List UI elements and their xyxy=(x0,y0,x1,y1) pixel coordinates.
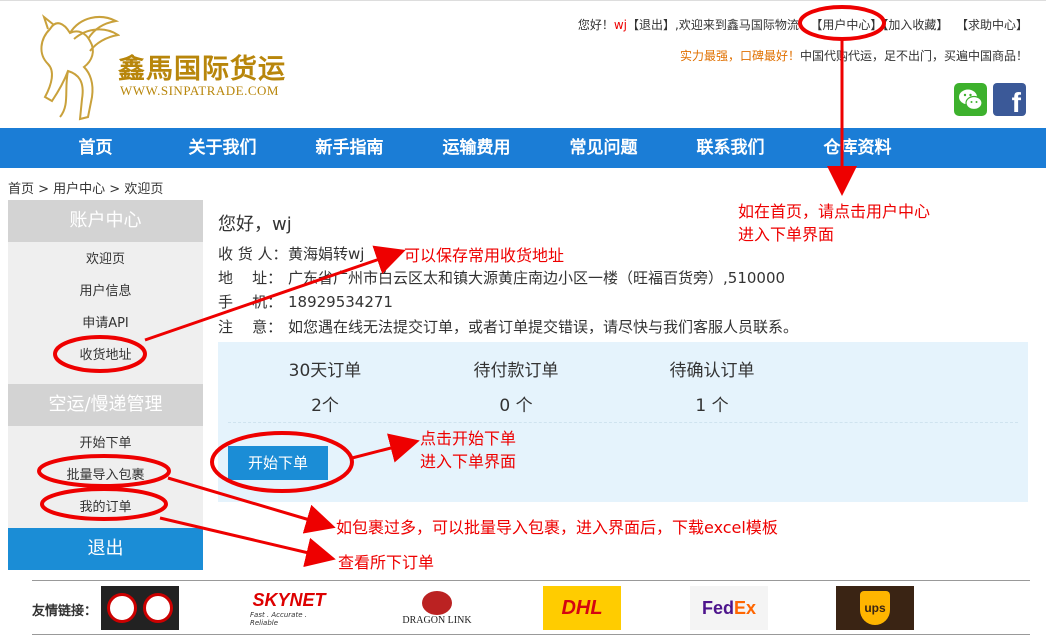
breadcrumb: 首页 > 用户中心 > 欢迎页 xyxy=(8,182,164,197)
nav-home[interactable]: 首页 xyxy=(32,128,159,168)
partner-abx-logo[interactable] xyxy=(101,586,179,630)
stat-value: 0 个 xyxy=(499,396,533,416)
receiver-row: 收 货 人：黄海娟转wj xyxy=(218,243,364,264)
fedex-wordmark-ex: Ex xyxy=(733,597,757,618)
receiver-value: 黄海娟转wj xyxy=(288,245,365,263)
social-links: f xyxy=(954,83,1026,118)
stat-pending-payment[interactable]: 待付款订单 0 个 xyxy=(451,356,581,416)
annotation-bulk-hint: 如包裹过多，可以批量导入包裹，进入界面后，下载excel模板 xyxy=(336,518,778,537)
sidebar-account-heading: 账户中心 xyxy=(8,200,203,242)
main-nav: 首页 关于我们 新手指南 运输费用 常见问题 联系我们 仓库资料 xyxy=(0,128,1046,168)
dragonlink-wordmark: DRAGON LINK xyxy=(402,614,472,626)
gda-badge-icon xyxy=(143,593,173,623)
help-center-link[interactable]: 【求助中心】 xyxy=(956,18,1028,32)
facebook-icon[interactable]: f xyxy=(993,83,1026,118)
fedex-wordmark-fed: Fed xyxy=(701,597,734,618)
logout-link[interactable]: 【退出】 xyxy=(627,18,675,32)
sidebar-item-user-info[interactable]: 用户信息 xyxy=(8,276,203,308)
stat-label: 待付款订单 xyxy=(473,361,559,381)
address-label: 地 址： xyxy=(218,269,283,287)
dhl-wordmark: DHL xyxy=(561,596,603,619)
nav-shipping-fees[interactable]: 运输费用 xyxy=(413,128,540,168)
sidebar-shipping-heading: 空运/慢递管理 xyxy=(8,384,203,426)
welcome-text: ,欢迎来到鑫马国际物流 xyxy=(675,18,799,32)
sidebar-logout-button[interactable]: 退出 xyxy=(8,528,203,570)
stat-value: 2个 xyxy=(311,396,339,416)
hello-text: 您好！ xyxy=(577,18,614,32)
nav-about[interactable]: 关于我们 xyxy=(159,128,286,168)
phone-label: 手 机： xyxy=(218,293,283,311)
annotation-home-hint-2: 进入下单界面 xyxy=(738,225,835,244)
pegasus-logo-icon xyxy=(40,14,120,121)
ups-shield-icon: ups xyxy=(860,591,890,625)
skynet-tagline: Fast . Accurate . Reliable xyxy=(250,610,307,627)
friend-links-label: 友情链接： xyxy=(32,604,98,619)
partner-dragonlink-logo[interactable]: DRAGON LINK xyxy=(398,586,476,630)
phone-row: 手 机： 18929534271 xyxy=(218,291,393,312)
slogan-highlight: 实力最强，口碑最好！ xyxy=(679,49,800,63)
site-logo[interactable]: 鑫馬国际货运 WWW.SINPATRADE.COM xyxy=(30,9,310,127)
nav-guide[interactable]: 新手指南 xyxy=(286,128,413,168)
footer-divider-top xyxy=(32,580,1030,581)
site-header: 鑫馬国际货运 WWW.SINPATRADE.COM 您好！wj【退出】,欢迎来到… xyxy=(0,0,1046,128)
partner-fedex-logo[interactable]: Fed Ex xyxy=(690,586,768,630)
sidebar-item-apply-api[interactable]: 申请API xyxy=(8,308,203,340)
nav-faq[interactable]: 常见问题 xyxy=(540,128,667,168)
notice-value: 如您遇在线无法提交订单，或者订单提交错误，请尽快与我们客服人员联系。 xyxy=(288,318,799,336)
annotation-start-hint-2: 进入下单界面 xyxy=(420,452,517,471)
username-link[interactable]: wj xyxy=(614,18,627,32)
annotation-address-hint: 可以保存常用收货地址 xyxy=(404,246,565,265)
partner-skynet-logo[interactable]: SKYNET Fast . Accurate . Reliable xyxy=(250,586,328,630)
address-row: 地 址： 广东省广州市白云区太和镇大源黄庄南边小区一楼（旺福百货旁）,510000 xyxy=(218,267,785,288)
add-favorite-link[interactable]: 【加入收藏】 xyxy=(882,18,948,32)
order-stats-panel: 30天订单 2个 待付款订单 0 个 待确认订单 1 个 开始下单 xyxy=(218,342,1028,502)
partner-ups-logo[interactable]: ups xyxy=(836,586,914,630)
sidebar: 账户中心 欢迎页 用户信息 申请API 收货地址 空运/慢递管理 开始下单 批量… xyxy=(8,200,203,570)
slogan: 实力最强，口碑最好！中国代购代运，足不出门，买遍中国商品！ xyxy=(680,47,1028,64)
footer-divider-bottom xyxy=(32,634,1030,635)
annotation-home-hint-1: 如在首页，请点击用户中心 xyxy=(738,202,931,221)
stat-30day-orders[interactable]: 30天订单 2个 xyxy=(260,356,390,416)
address-value: 广东省广州市白云区太和镇大源黄庄南边小区一楼（旺福百货旁）,510000 xyxy=(288,269,786,287)
notice-label: 注 意： xyxy=(218,318,283,336)
notice-row: 注 意： 如您遇在线无法提交订单，或者订单提交错误，请尽快与我们客服人员联系。 xyxy=(218,316,798,337)
sidebar-item-shipping-address[interactable]: 收货地址 xyxy=(8,340,203,372)
stat-label: 30天订单 xyxy=(288,361,362,381)
stats-divider xyxy=(228,422,1018,423)
sidebar-item-bulk-import[interactable]: 批量导入包裹 xyxy=(8,460,203,492)
brand-url: WWW.SINPATRADE.COM xyxy=(120,83,279,98)
nav-warehouse[interactable]: 仓库资料 xyxy=(794,128,921,168)
stat-label: 待确认订单 xyxy=(669,361,755,381)
stat-value: 1 个 xyxy=(695,396,729,416)
annotation-start-hint-1: 点击开始下单 xyxy=(420,429,517,448)
brand-name: 鑫馬国际货运 xyxy=(118,54,286,85)
top-user-bar: 您好！wj【退出】,欢迎来到鑫马国际物流 【用户中心】【加入收藏】 【求助中心】 xyxy=(578,16,1028,33)
sidebar-item-my-orders[interactable]: 我的订单 xyxy=(8,492,203,524)
slogan-text: 中国代购代运，足不出门，买遍中国商品！ xyxy=(799,49,1028,63)
skynet-wordmark: SKYNET xyxy=(252,589,326,610)
wechat-icon[interactable] xyxy=(954,83,987,116)
abx-badge-icon xyxy=(107,593,137,623)
page-greeting: 您好，wj xyxy=(218,214,292,235)
receiver-label: 收 货 人： xyxy=(218,245,288,263)
annotation-orders-hint: 查看所下订单 xyxy=(338,553,435,572)
sidebar-item-start-order[interactable]: 开始下单 xyxy=(8,428,203,460)
user-center-link[interactable]: 【用户中心】 xyxy=(810,18,882,32)
dragon-icon xyxy=(422,590,452,615)
stat-pending-confirm[interactable]: 待确认订单 1 个 xyxy=(647,356,777,416)
start-order-button[interactable]: 开始下单 xyxy=(228,446,328,480)
sidebar-item-welcome[interactable]: 欢迎页 xyxy=(8,244,203,276)
partner-dhl-logo[interactable]: DHL xyxy=(543,586,621,630)
nav-contact[interactable]: 联系我们 xyxy=(667,128,794,168)
phone-value: 18929534271 xyxy=(288,293,393,311)
